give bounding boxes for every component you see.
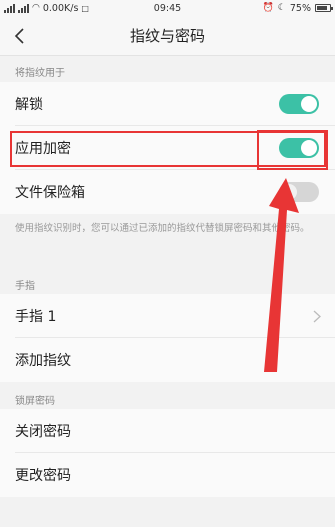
notification-icon: □: [81, 3, 89, 13]
do-not-disturb-icon: ☾: [277, 3, 286, 13]
section-header-fingerprint-usage: 将指纹用于: [15, 68, 65, 79]
unlock-toggle[interactable]: [279, 94, 319, 114]
network-speed: 0.00K/s: [42, 2, 79, 14]
status-bar: ◠ 0.00K/s □ 09:45 ⏰ ☾ 75%: [0, 0, 335, 16]
page-title: 指纹与密码: [129, 27, 205, 45]
section-header-lock-password: 锁屏密码: [15, 396, 55, 407]
alarm-icon: ⏰: [262, 3, 274, 13]
section-header-fingers: 手指: [15, 281, 35, 292]
signal-icon: [4, 3, 15, 13]
row-label: 更改密码: [15, 468, 71, 484]
wifi-icon: ◠: [32, 3, 40, 13]
toggle-knob: [281, 184, 297, 200]
row-label: 关闭密码: [15, 424, 71, 440]
toggle-knob: [301, 96, 317, 112]
row-unlock[interactable]: 解锁: [0, 82, 335, 126]
battery-icon: [315, 4, 333, 12]
row-label: 文件保险箱: [15, 185, 85, 201]
battery-percent: 75%: [289, 2, 311, 14]
chevron-right-icon: [313, 310, 321, 323]
row-label: 解锁: [15, 97, 43, 113]
row-label: 手指 1: [15, 309, 57, 325]
nav-bar: 指纹与密码: [0, 16, 335, 56]
row-add-fingerprint[interactable]: 添加指纹: [0, 338, 335, 382]
row-finger-1[interactable]: 手指 1: [0, 294, 335, 338]
highlight-toggle-box: [257, 130, 328, 170]
signal-2-icon: [18, 3, 29, 13]
back-arrow-icon[interactable]: [12, 28, 28, 44]
file-safe-toggle[interactable]: [279, 182, 319, 202]
fingerprint-description: 使用指纹识别时，您可以通过已添加的指纹代替锁屏密码和其他密码。: [15, 223, 310, 234]
row-disable-password[interactable]: 关闭密码: [0, 409, 335, 453]
row-label: 添加指纹: [15, 353, 71, 369]
row-file-safe[interactable]: 文件保险箱: [0, 170, 335, 214]
row-change-password[interactable]: 更改密码: [0, 453, 335, 497]
